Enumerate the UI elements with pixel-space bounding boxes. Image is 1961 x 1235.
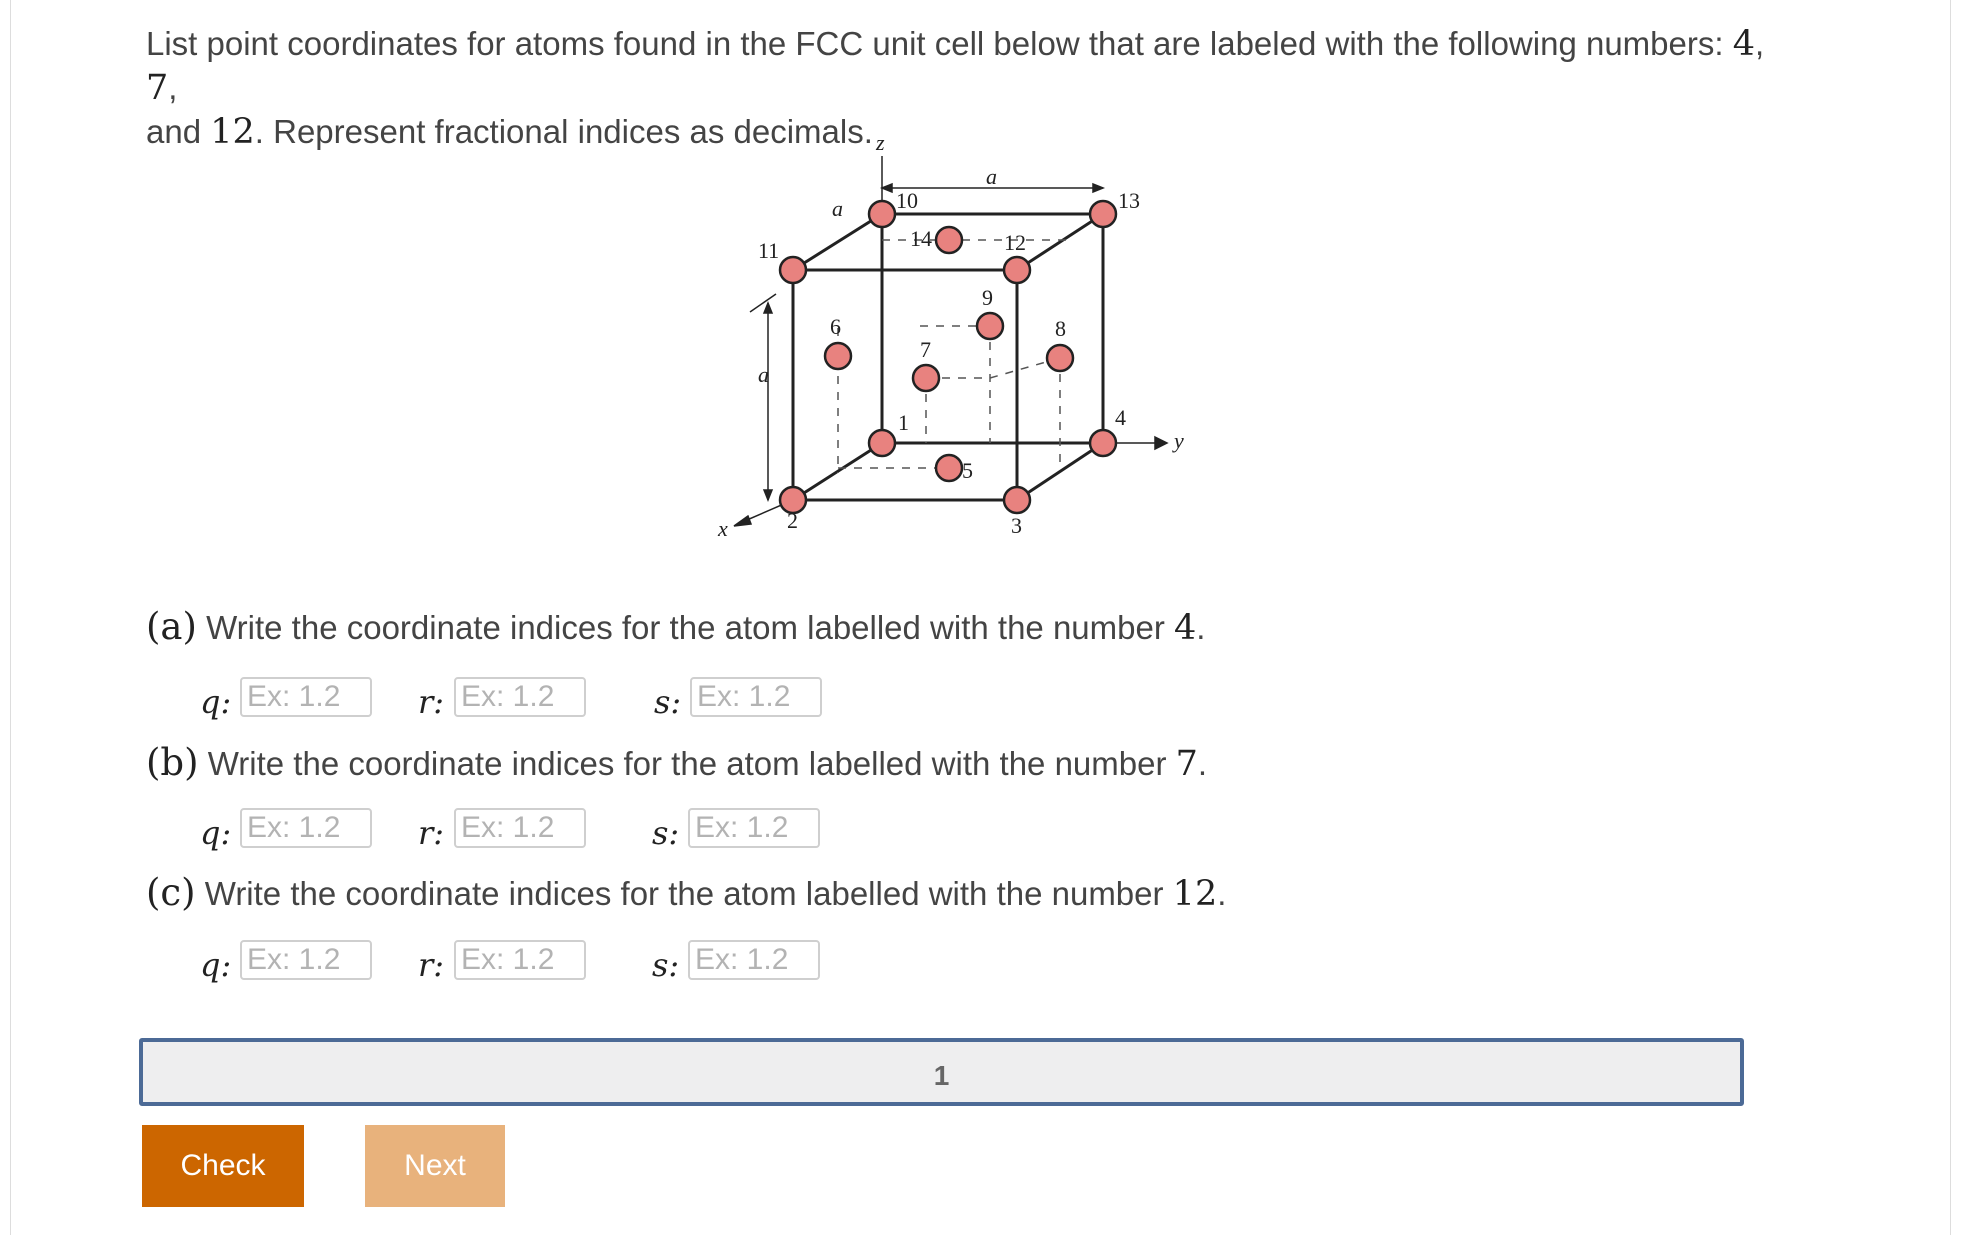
check-button[interactable]: Check bbox=[142, 1125, 304, 1207]
part-c-q-input[interactable] bbox=[240, 940, 372, 980]
page-left-border bbox=[10, 0, 11, 1235]
prompt-separator: , bbox=[168, 69, 178, 106]
atom-6 bbox=[823, 341, 853, 371]
part-c-title: (c) Write the coordinate indices for the… bbox=[146, 871, 1226, 914]
cell-bottom-right-edge bbox=[1016, 441, 1104, 502]
axis-label-z: z bbox=[875, 130, 885, 155]
prompt-number: 7 bbox=[146, 68, 169, 108]
s-label: s: bbox=[652, 814, 680, 852]
atom-label: 9 bbox=[982, 285, 993, 310]
atom-label: 4 bbox=[1115, 405, 1126, 430]
atom-label: 3 bbox=[1011, 513, 1022, 538]
q-label: q: bbox=[200, 946, 232, 984]
part-a-q-input[interactable] bbox=[240, 677, 372, 717]
s-label: s: bbox=[654, 683, 682, 721]
atom-label: 14 bbox=[910, 226, 932, 251]
atom-label: 5 bbox=[962, 458, 973, 483]
part-b-s-input[interactable] bbox=[688, 808, 820, 848]
dimension-label-vertical: a bbox=[758, 362, 769, 387]
prompt-text: List point coordinates for atoms found i… bbox=[146, 25, 1733, 62]
part-text: Write the coordinate indices for the ato… bbox=[196, 609, 1175, 646]
atom-1 bbox=[867, 428, 897, 458]
atom-label: 10 bbox=[896, 188, 918, 213]
atom-label: 1 bbox=[898, 410, 909, 435]
part-a-s-input[interactable] bbox=[690, 677, 822, 717]
part-b-title: (b) Write the coordinate indices for the… bbox=[146, 741, 1207, 784]
part-end: . bbox=[1197, 745, 1208, 782]
atom-label: 6 bbox=[830, 314, 841, 339]
part-tag: (a) bbox=[146, 605, 197, 648]
atom-3 bbox=[1002, 485, 1032, 515]
atom-14 bbox=[934, 225, 964, 255]
part-end: . bbox=[1217, 875, 1227, 912]
atom-11 bbox=[778, 255, 808, 285]
part-number: 12 bbox=[1172, 874, 1218, 914]
part-number: 7 bbox=[1175, 744, 1198, 784]
part-a-title: (a) Write the coordinate indices for the… bbox=[146, 605, 1205, 648]
atom-8 bbox=[1045, 343, 1075, 373]
part-number: 4 bbox=[1174, 608, 1197, 648]
part-b-r-input[interactable] bbox=[454, 808, 586, 848]
x-axis-arrowhead bbox=[733, 514, 753, 527]
r-label: r: bbox=[418, 946, 445, 984]
prompt-text: and bbox=[146, 113, 211, 150]
part-text: Write the coordinate indices for the ato… bbox=[198, 745, 1176, 782]
atom-9 bbox=[975, 311, 1005, 341]
next-button[interactable]: Next bbox=[365, 1125, 505, 1207]
part-c-s-input[interactable] bbox=[688, 940, 820, 980]
part-tag: (b) bbox=[146, 741, 199, 784]
part-tag: (c) bbox=[146, 871, 196, 914]
atom-10 bbox=[867, 199, 897, 229]
q-label: q: bbox=[200, 683, 232, 721]
dimension-label-left: a bbox=[832, 196, 843, 221]
atom-5 bbox=[934, 453, 964, 483]
cell-bottom-left-edge bbox=[792, 441, 883, 502]
fcc-unit-cell-diagram: z y x a a a 1 2 3 4 5 6 7 8 9 10 11 12 1… bbox=[717, 130, 1184, 541]
part-a-r-input[interactable] bbox=[454, 677, 586, 717]
q-label: q: bbox=[200, 814, 232, 852]
atom-label: 2 bbox=[787, 508, 798, 533]
atom-7 bbox=[911, 363, 941, 393]
atom-4 bbox=[1088, 428, 1118, 458]
r-label: r: bbox=[418, 814, 445, 852]
progress-bar: 1 bbox=[139, 1038, 1744, 1106]
part-end: . bbox=[1196, 609, 1206, 646]
s-label: s: bbox=[652, 946, 680, 984]
y-axis-arrowhead bbox=[1154, 435, 1169, 451]
atom-label: 11 bbox=[758, 238, 779, 263]
atom-label: 12 bbox=[1004, 230, 1026, 255]
prompt-separator: , bbox=[1754, 25, 1765, 62]
r-label: r: bbox=[418, 683, 445, 721]
atom-label: 8 bbox=[1055, 316, 1066, 341]
prompt-number: 4 bbox=[1732, 24, 1755, 64]
dimension-label-top: a bbox=[986, 164, 997, 189]
axis-label-y: y bbox=[1172, 428, 1184, 453]
axis-label-x: x bbox=[717, 516, 728, 541]
atom-12 bbox=[1002, 255, 1032, 285]
progress-label: 1 bbox=[933, 1060, 950, 1091]
fcc-unit-cell-figure: z y x a a a 1 2 3 4 5 6 7 8 9 10 11 12 1… bbox=[690, 128, 1230, 553]
prompt-number: 12 bbox=[210, 112, 255, 152]
atom-label: 13 bbox=[1118, 188, 1140, 213]
page-right-border bbox=[1950, 0, 1951, 1235]
part-text: Write the coordinate indices for the ato… bbox=[195, 875, 1173, 912]
cell-top-right-edge bbox=[1016, 212, 1104, 272]
dimension-tick-left bbox=[749, 293, 777, 313]
atom-13 bbox=[1088, 199, 1118, 229]
atom-label: 7 bbox=[920, 337, 931, 362]
part-c-r-input[interactable] bbox=[454, 940, 586, 980]
part-b-q-input[interactable] bbox=[240, 808, 372, 848]
